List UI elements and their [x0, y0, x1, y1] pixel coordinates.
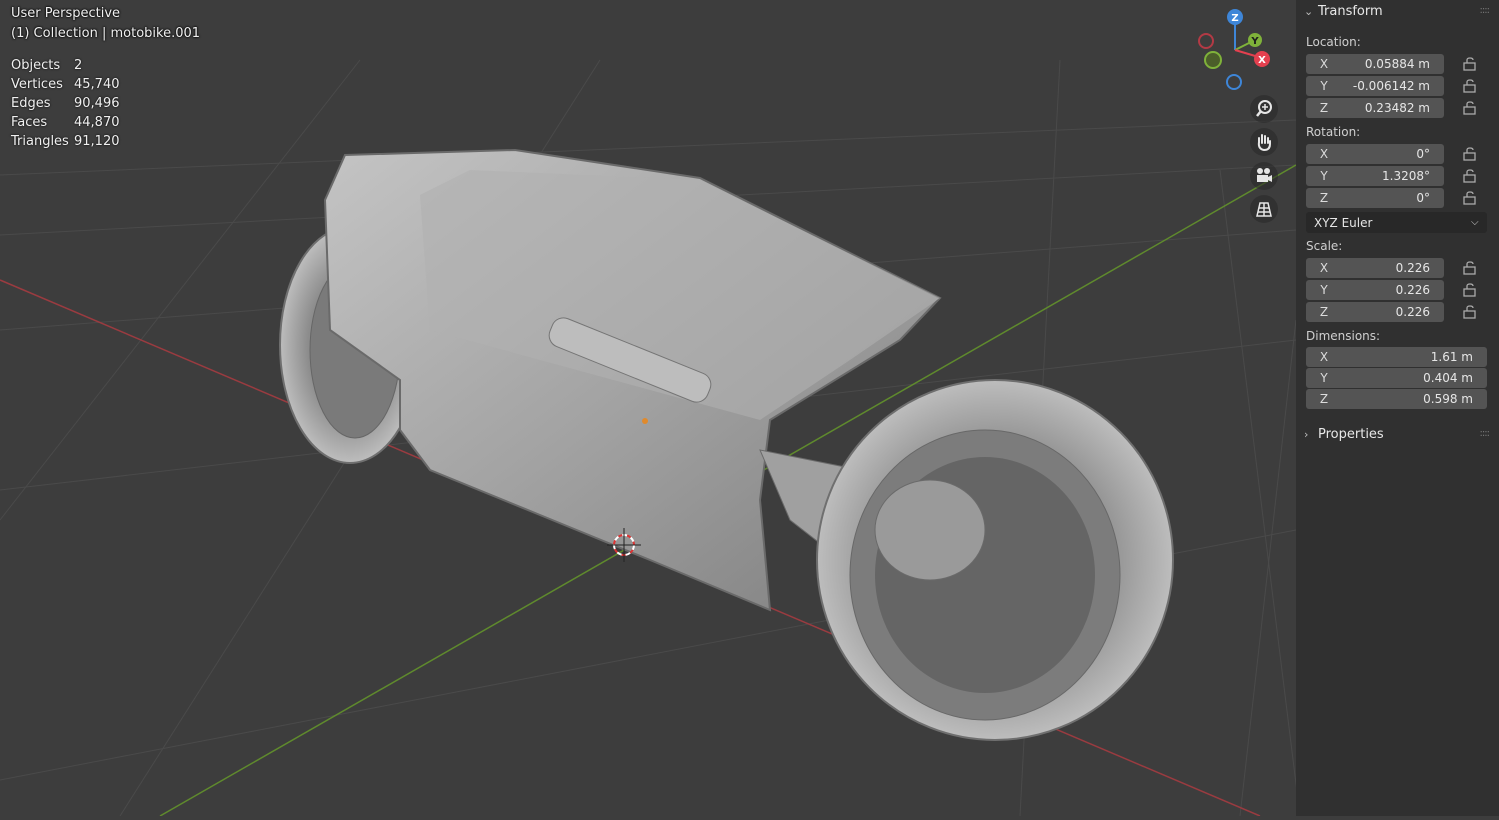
lock-rotation-z-icon[interactable]: [1462, 191, 1478, 205]
lock-scale-y-icon[interactable]: [1462, 283, 1478, 297]
lock-scale-x-icon[interactable]: [1462, 261, 1478, 275]
collection-info: (1) Collection | motobike.001: [11, 26, 201, 41]
lock-location-z-icon[interactable]: [1462, 101, 1478, 115]
hand-pan-icon: [1257, 134, 1271, 151]
lock-scale-z-icon[interactable]: [1462, 305, 1478, 319]
chevron-down-icon: ⌄: [1304, 4, 1314, 18]
sidebar-n-panel: ⌄ Transform :::: Location: X 0.05884 m Y-…: [1296, 0, 1499, 816]
rotation-z-field[interactable]: Z 0°: [1306, 188, 1444, 208]
pan-button[interactable]: [1250, 128, 1278, 156]
dimensions-label: Dimensions:: [1306, 329, 1381, 343]
scale-label: Scale:: [1306, 239, 1343, 253]
camera-icon: [1257, 168, 1272, 182]
lock-rotation-x-icon[interactable]: [1462, 147, 1478, 161]
scale-x-field[interactable]: X 0.226: [1306, 258, 1444, 278]
x-gizmo-label: X: [1258, 55, 1266, 66]
chevron-down-icon: ⌵: [1471, 217, 1479, 228]
neg-y-gizmo-ball[interactable]: [1204, 51, 1222, 69]
properties-title: Properties: [1318, 426, 1384, 442]
grid-ortho-icon: [1256, 202, 1272, 217]
rotation-label: Rotation:: [1306, 125, 1361, 139]
transform-panel-header[interactable]: ⌄ Transform: [1304, 0, 1383, 22]
rotation-y-field[interactable]: Y 1.3208°: [1306, 166, 1444, 186]
scale-y-field[interactable]: Y 0.226: [1306, 280, 1444, 300]
stat-objects: Objects 2: [11, 58, 83, 73]
stat-vertices: Vertices 45,740: [11, 77, 120, 92]
chevron-right-icon: ›: [1304, 427, 1309, 441]
stat-triangles: Triangles 91,120: [11, 134, 120, 149]
zoom-icon: [1256, 100, 1272, 117]
scene-statistics: Objects 2 Vertices 45,740 Edges 90,496 Face…: [11, 56, 120, 151]
neg-x-gizmo-ball[interactable]: [1198, 33, 1214, 49]
rotation-mode-dropdown[interactable]: XYZ Euler ⌵: [1306, 212, 1487, 233]
axis-gizmo[interactable]: Z Y X: [1195, 5, 1275, 95]
dimensions-y-field[interactable]: Y 0.404 m: [1306, 368, 1487, 388]
drag-handle-icon[interactable]: ::::: [1480, 428, 1491, 439]
location-label: Location:: [1306, 35, 1361, 49]
location-z-field[interactable]: Z 0.23482 m: [1306, 98, 1444, 118]
motorbike-model[interactable]: [279, 148, 1174, 741]
transform-title: Transform: [1318, 3, 1383, 19]
lock-location-x-icon[interactable]: [1462, 57, 1478, 71]
zoom-button[interactable]: [1250, 95, 1278, 123]
stat-edges: Edges 90,496: [11, 96, 120, 111]
viewport-scene[interactable]: [0, 0, 1499, 817]
stat-faces: Faces 44,870: [11, 115, 120, 130]
view-name: User Perspective: [11, 6, 121, 21]
scale-z-field[interactable]: Z 0.226: [1306, 302, 1444, 322]
location-y-field[interactable]: Y -0.006142 m: [1306, 76, 1444, 96]
properties-panel-header[interactable]: › Properties: [1304, 423, 1384, 445]
lock-location-y-icon[interactable]: [1462, 79, 1478, 93]
z-gizmo-label: Z: [1231, 13, 1238, 24]
rotation-x-field[interactable]: X 0°: [1306, 144, 1444, 164]
dimensions-z-field[interactable]: Z 0.598 m: [1306, 389, 1487, 409]
y-gizmo-label: Y: [1250, 36, 1259, 47]
dimensions-x-field[interactable]: X 1.61 m: [1306, 347, 1487, 367]
3d-viewport[interactable]: User Perspective (1) Collection | motobi…: [0, 0, 1499, 817]
toggle-ortho-button[interactable]: [1250, 195, 1278, 223]
camera-view-button[interactable]: [1250, 162, 1278, 190]
lock-rotation-y-icon[interactable]: [1462, 169, 1478, 183]
neg-z-gizmo-ball[interactable]: [1226, 74, 1242, 90]
drag-handle-icon[interactable]: ::::: [1480, 5, 1491, 16]
location-x-field[interactable]: X 0.05884 m: [1306, 54, 1444, 74]
